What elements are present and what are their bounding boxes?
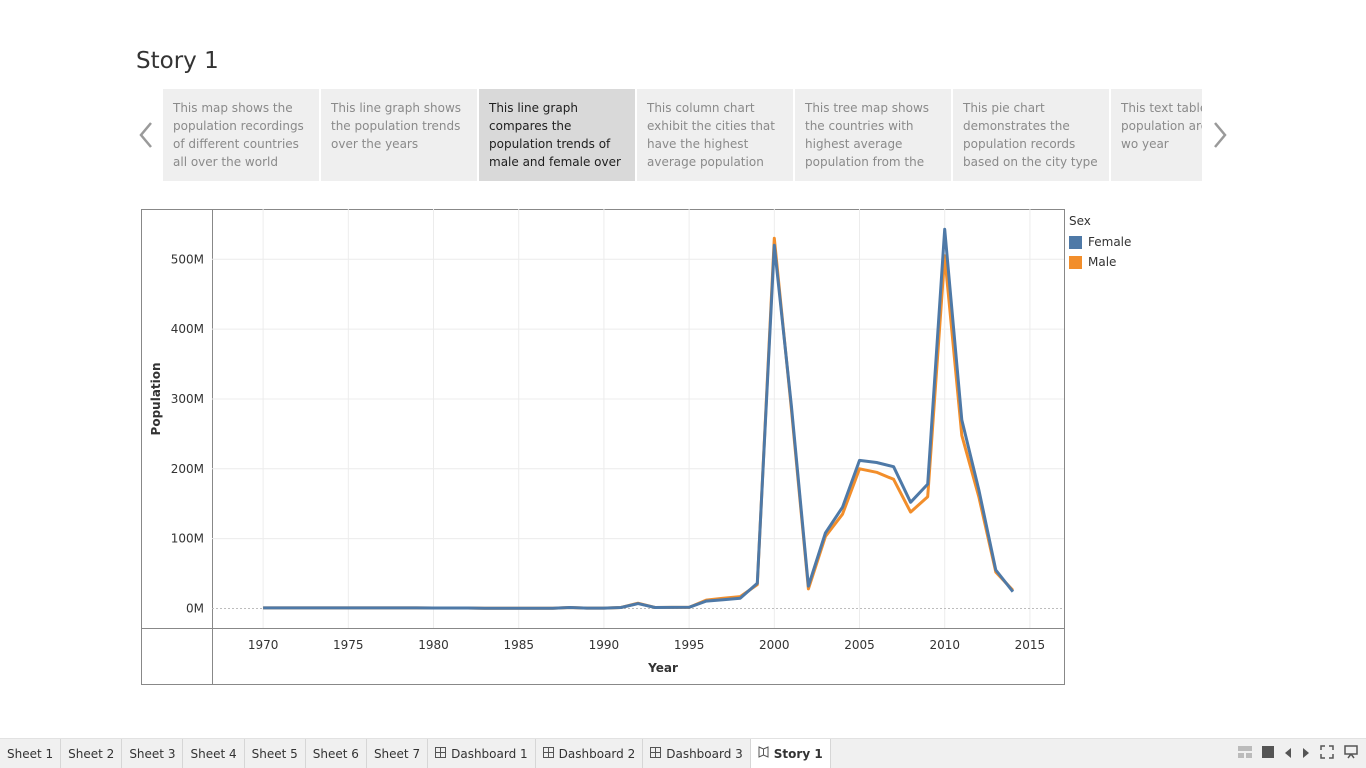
population-line-chart[interactable]: 1970 1975 1980 1985 1990 1995 2000 2005 2010 2015… — [141, 209, 1065, 685]
x-tick-label: 1970 — [248, 638, 279, 652]
y-tick-label: 300M — [171, 392, 204, 406]
tab-label: Sheet 2 — [68, 746, 115, 761]
x-tick-label: 1985 — [503, 638, 534, 652]
series-line-female — [263, 227, 1015, 610]
y-tick-label: 0M — [186, 601, 204, 615]
next-story-point-button[interactable] — [1210, 118, 1230, 152]
story-point-caption[interactable]: This column chart exhibit the cities tha… — [637, 89, 793, 181]
y-tick-label: 400M — [171, 322, 204, 336]
legend-item[interactable]: Female — [1069, 232, 1131, 252]
x-tick-label: 2005 — [844, 638, 875, 652]
legend: Sex Female Male — [1069, 214, 1131, 272]
x-tick-label: 2000 — [759, 638, 790, 652]
dashboard-icon — [435, 746, 447, 761]
scroll-tabs-right-icon[interactable] — [1302, 747, 1310, 761]
y-tick-label: 100M — [171, 532, 204, 546]
show-sheet-sorter-icon[interactable] — [1238, 746, 1252, 761]
chevron-right-icon — [1214, 122, 1227, 148]
x-tick-label: 1980 — [418, 638, 449, 652]
tab-label: Sheet 6 — [312, 746, 359, 761]
story-point-caption[interactable]: This text table the population around th… — [1111, 89, 1202, 181]
legend-label: Male — [1088, 255, 1117, 269]
x-tick-label: 1975 — [333, 638, 364, 652]
legend-item[interactable]: Male — [1069, 252, 1131, 272]
y-tick-label: 200M — [171, 462, 204, 476]
legend-label: Female — [1088, 235, 1132, 249]
tab-sheet-6[interactable]: Sheet 6 — [306, 739, 367, 768]
previous-story-point-button[interactable] — [137, 118, 157, 152]
tab-controls — [1238, 739, 1358, 768]
x-tick-label: 2015 — [1015, 638, 1046, 652]
story-icon — [758, 746, 769, 761]
presentation-mode-icon[interactable] — [1344, 745, 1358, 762]
tab-label: Dashboard 2 — [558, 746, 636, 761]
fullscreen-icon[interactable] — [1320, 745, 1334, 762]
tab-story-1[interactable]: Story 1 — [750, 739, 831, 768]
tab-label: Sheet 4 — [190, 746, 237, 761]
tab-dashboard-3[interactable]: Dashboard 3 — [643, 739, 751, 768]
dashboard-icon — [542, 746, 554, 761]
story-point-caption[interactable]: This tree map shows the countries with h… — [795, 89, 951, 181]
tab-sheet-7[interactable]: Sheet 7 — [367, 739, 429, 768]
tab-label: Sheet 7 — [373, 746, 421, 761]
tab-sheet-5[interactable]: Sheet 5 — [245, 739, 306, 768]
tab-sheet-2[interactable]: Sheet 2 — [61, 739, 123, 768]
tab-label: Dashboard 1 — [451, 746, 528, 761]
legend-swatch — [1069, 255, 1082, 269]
story-point-caption[interactable]: This line graph shows the population tre… — [321, 89, 477, 181]
tab-label: Dashboard 3 — [666, 746, 743, 761]
x-tick-label: 2010 — [929, 638, 960, 652]
tab-dashboard-1[interactable]: Dashboard 1 — [428, 739, 536, 768]
legend-title: Sex — [1069, 214, 1091, 228]
dashboard-icon — [650, 746, 662, 761]
legend-swatch — [1069, 235, 1082, 249]
chevron-left-icon — [139, 122, 152, 148]
show-filmstrip-icon[interactable] — [1262, 746, 1274, 761]
tab-label: Sheet 1 — [7, 746, 54, 761]
tab-dashboard-2[interactable]: Dashboard 2 — [536, 739, 644, 768]
story-points-navigator: This map shows the population recordings… — [163, 89, 1202, 181]
scroll-tabs-left-icon[interactable] — [1284, 747, 1292, 761]
tab-sheet-3[interactable]: Sheet 3 — [122, 739, 184, 768]
story-title: Story 1 — [136, 48, 219, 74]
x-tick-label: 1990 — [589, 638, 620, 652]
story-point-caption[interactable]: This line graph compares the population … — [479, 89, 635, 181]
y-tick-label: 500M — [171, 252, 204, 266]
series-line-male — [263, 236, 1014, 610]
x-tick-label: 1995 — [674, 638, 705, 652]
sheet-tab-bar: Sheet 1 Sheet 2 Sheet 3 Sheet 4 Sheet 5 Sheet… — [0, 738, 1366, 768]
y-axis-title: Population — [149, 362, 163, 435]
story-point-caption[interactable]: This map shows the population recordings… — [163, 89, 319, 181]
tab-sheet-1[interactable]: Sheet 1 — [0, 739, 62, 768]
story-point-caption[interactable]: This pie chart demonstrates the populati… — [953, 89, 1109, 181]
tab-label: Story 1 — [773, 746, 823, 761]
tab-label: Sheet 5 — [251, 746, 298, 761]
x-axis-title: Year — [647, 661, 678, 675]
tab-label: Sheet 3 — [129, 746, 176, 761]
tab-sheet-4[interactable]: Sheet 4 — [183, 739, 245, 768]
